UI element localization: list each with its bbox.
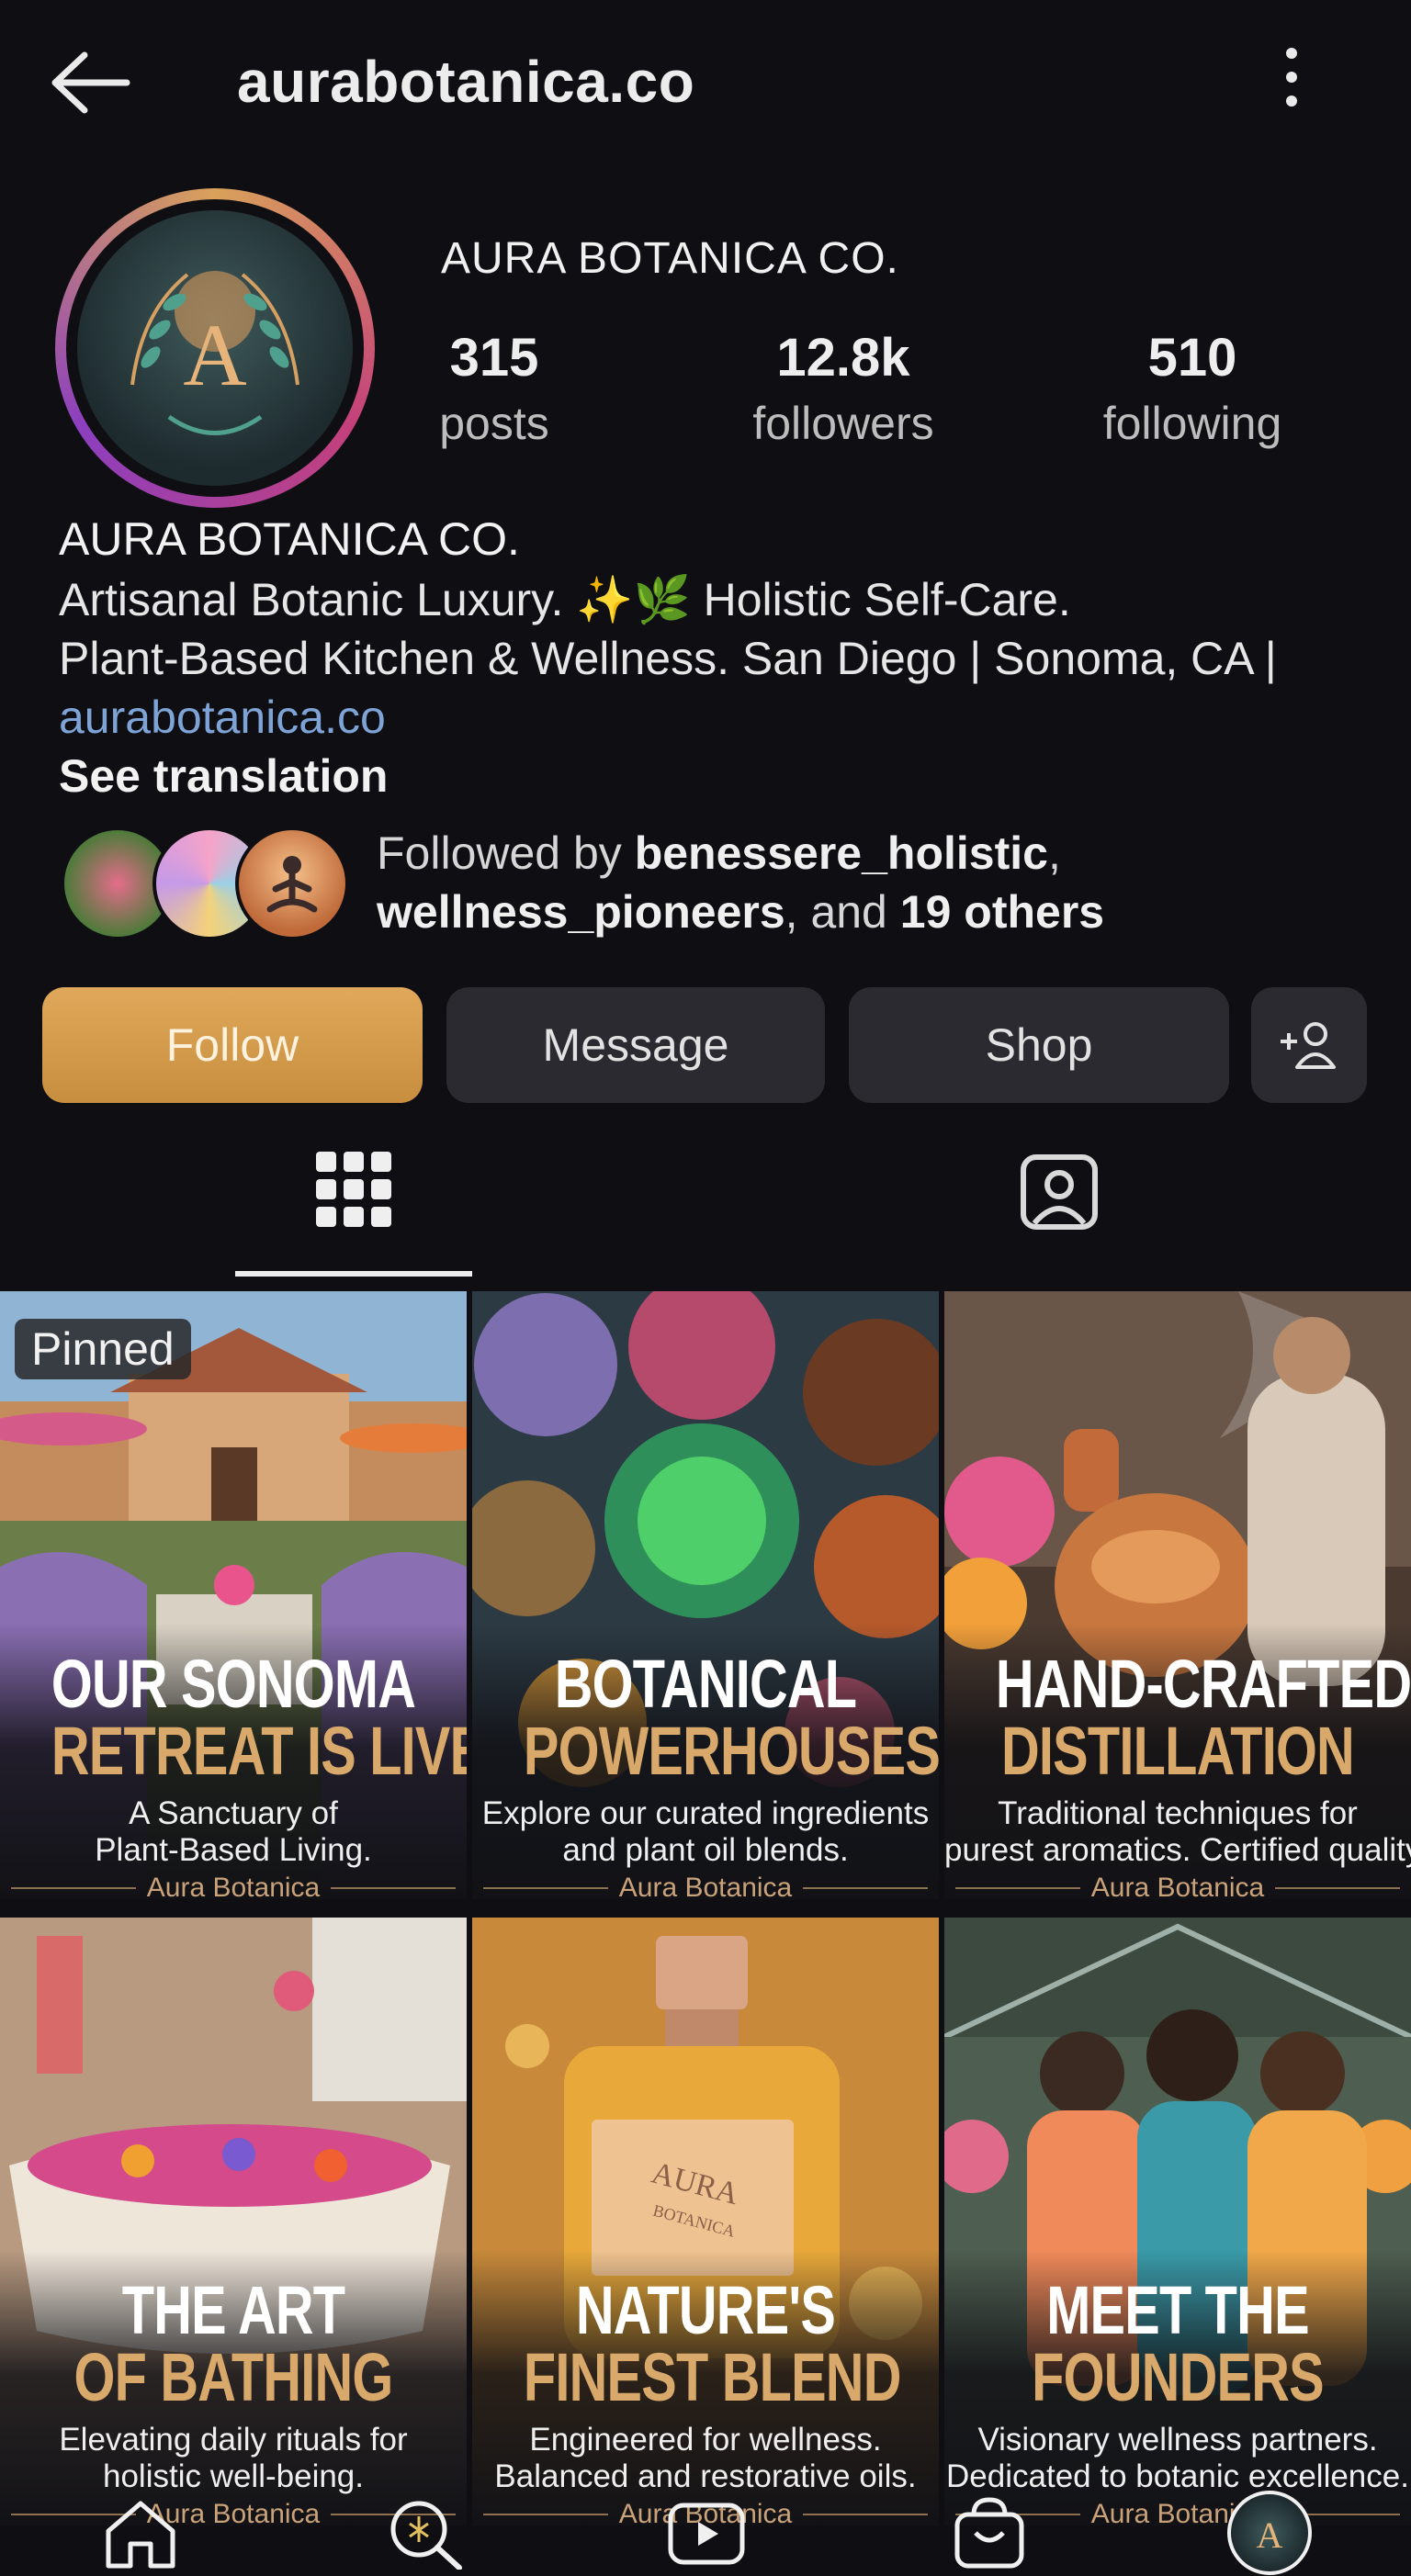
follower-avatar-3[interactable] xyxy=(235,827,349,940)
reels-icon[interactable] xyxy=(665,2496,748,2570)
grid-tab-icon[interactable] xyxy=(312,1148,395,1231)
profile-handle: aurabotanica.co xyxy=(237,49,695,115)
profile-avatar[interactable]: A xyxy=(77,210,353,486)
post-tile[interactable]: AURA BOTANICA NATURE'S FINEST BLEND Engi… xyxy=(472,1918,939,2525)
svg-text:A: A xyxy=(183,306,246,404)
posts-count[interactable]: 315 xyxy=(356,327,632,388)
post-subtitle-1: Elevating daily rituals for xyxy=(59,2422,408,2458)
message-button[interactable]: Message xyxy=(446,987,825,1103)
bio-line-1: Artisanal Botanic Luxury. ✨🌿 Holistic Se… xyxy=(59,574,1071,625)
post-brand: Aura Botanica xyxy=(472,1870,939,1899)
post-title-line-2: DISTILLATION xyxy=(1001,1713,1355,1789)
bio-line-2: Plant-Based Kitchen & Wellness. San Dieg… xyxy=(59,633,1277,684)
post-subtitle-1: Visionary wellness partners. xyxy=(977,2422,1378,2458)
post-title-line-2: FOUNDERS xyxy=(1032,2339,1324,2415)
botanical-logo-icon: A xyxy=(130,271,299,435)
post-tile[interactable]: HAND-CRAFTED DISTILLATION Traditional te… xyxy=(944,1291,1411,1899)
post-subtitle-1: Traditional techniques for xyxy=(998,1795,1358,1831)
post-subtitle-2: and plant oil blends. xyxy=(562,1832,849,1868)
following-label[interactable]: following xyxy=(1055,397,1330,450)
following-count[interactable]: 510 xyxy=(1055,327,1330,388)
add-person-icon xyxy=(1281,1022,1336,1069)
shop-button[interactable]: Shop xyxy=(849,987,1229,1103)
active-tab-indicator xyxy=(235,1271,472,1277)
post-tile[interactable]: THE ART OF BATHING Elevating daily ritua… xyxy=(0,1918,467,2525)
profile-tab-avatar[interactable]: A xyxy=(1227,2491,1312,2575)
meditation-figure-icon xyxy=(266,856,318,913)
account-name: AURA BOTANICA CO. xyxy=(441,234,899,283)
post-title-line-2: RETREAT IS LIVE xyxy=(51,1713,467,1789)
post-subtitle-2: Plant-Based Living. xyxy=(95,1832,372,1868)
post-tile[interactable]: Pinned OUR SONOMA RETREAT IS LIVE A Sanc… xyxy=(0,1291,467,1899)
see-translation-link[interactable]: See translation xyxy=(59,749,388,803)
post-subtitle-1: A Sanctuary of xyxy=(129,1795,338,1831)
home-icon[interactable] xyxy=(99,2496,182,2570)
followed-by-line-1[interactable]: Followed by benessere_holistic, xyxy=(377,827,1061,880)
pinned-badge: Pinned xyxy=(15,1319,191,1379)
more-options-icon[interactable] xyxy=(1273,44,1310,118)
post-title-line-2: FINEST BLEND xyxy=(523,2339,901,2415)
post-tile[interactable]: MEET THE FOUNDERS Visionary wellness par… xyxy=(944,1918,1411,2525)
post-title-line-2: OF BATHING xyxy=(73,2339,393,2415)
botanical-logo-icon: A xyxy=(1257,2514,1283,2556)
svg-text:A: A xyxy=(1257,2514,1283,2556)
post-brand: Aura Botanica xyxy=(944,1870,1411,1899)
follow-button[interactable]: Follow xyxy=(42,987,423,1103)
followers-count[interactable]: 12.8k xyxy=(706,327,981,388)
add-person-button[interactable] xyxy=(1251,987,1367,1103)
bio-link[interactable]: aurabotanica.co xyxy=(59,691,386,744)
tagged-tab-icon[interactable] xyxy=(1018,1150,1101,1232)
followers-label[interactable]: followers xyxy=(706,397,981,450)
post-subtitle-1: Explore our curated ingredients xyxy=(481,1795,930,1831)
search-icon[interactable] xyxy=(382,2496,465,2570)
back-arrow-icon[interactable] xyxy=(44,46,136,119)
post-tile[interactable]: BOTANICAL POWERHOUSES Explore our curate… xyxy=(472,1291,939,1899)
post-title-line-2: POWERHOUSES xyxy=(523,1713,939,1789)
bio-name: AURA BOTANICA CO. xyxy=(59,513,520,565)
post-brand: Aura Botanica xyxy=(0,1870,467,1899)
shop-icon[interactable] xyxy=(948,2496,1031,2570)
top-bar: aurabotanica.co xyxy=(0,0,1411,165)
posts-label[interactable]: posts xyxy=(356,397,632,450)
post-subtitle-1: Engineered for wellness. xyxy=(529,2422,882,2458)
post-subtitle-2: purest aromatics. Certified quality. xyxy=(944,1832,1411,1868)
followed-by-line-2[interactable]: wellness_pioneers, and 19 others xyxy=(377,885,1104,939)
